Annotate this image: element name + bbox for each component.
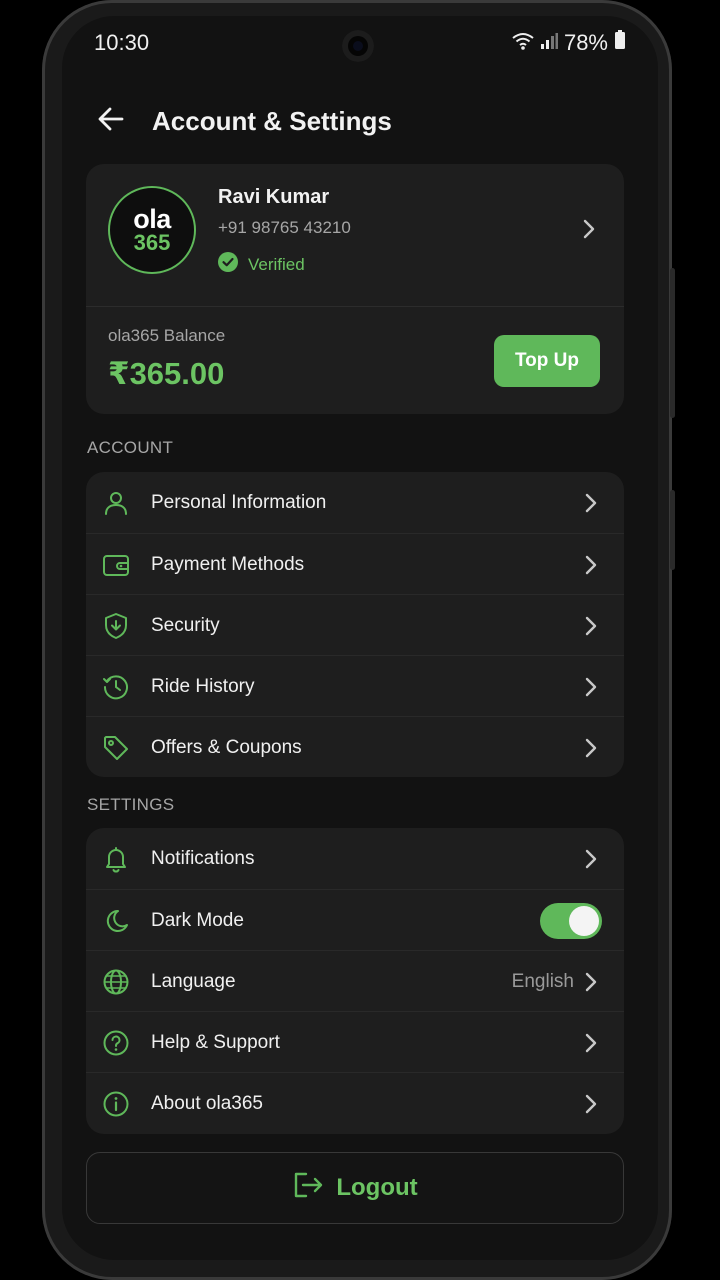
chevron-right-icon [584,615,598,637]
globe-icon [102,968,130,996]
chevron-right-icon [584,1032,598,1054]
profile-name: Ravi Kumar [218,186,330,208]
balance-label: ola365 Balance [108,326,226,345]
help-circle-icon [102,1029,130,1057]
profile-card: ola 365 Ravi Kumar +91 98765 43210 Verif… [86,164,624,414]
signal-icon [540,30,558,56]
balance-value: ₹365.00 [108,356,225,391]
menu-item-personal-information[interactable]: Personal Information [86,472,624,533]
menu-item-language[interactable]: Language English [86,950,624,1012]
menu-item-label: Notifications [151,847,255,869]
menu-item-offers-coupons[interactable]: Offers & Coupons [86,716,624,778]
profile-chevron-right-icon[interactable] [582,218,596,245]
profile-phone: +91 98765 43210 [218,218,351,237]
top-up-button[interactable]: Top Up [494,335,600,387]
dark-mode-toggle[interactable] [540,902,602,939]
avatar-logo-text: ola [133,204,171,234]
toggle-knob [569,905,599,936]
menu-item-payment-methods[interactable]: Payment Methods [86,533,624,595]
logout-button[interactable]: Logout [86,1152,624,1224]
info-icon [102,1090,130,1118]
menu-item-help-support[interactable]: Help & Support [86,1011,624,1073]
chevron-right-icon [584,737,598,759]
status-time: 10:30 [94,30,150,55]
menu-item-dark-mode: Dark Mode [86,889,624,951]
menu-item-label: Help & Support [151,1031,280,1053]
menu-item-label: Ride History [151,675,255,697]
check-circle-icon [218,252,238,277]
account-section-label: ACCOUNT [87,438,174,457]
tag-icon [102,734,130,762]
app-header: Account & Settings [96,96,392,146]
app-screen: 10:30 78% Account & Settings ola 365 Rav… [62,16,658,1260]
logout-label: Logout [336,1174,418,1201]
status-bar: 10:30 78% [94,28,626,58]
battery-percent: 78% [563,30,608,55]
volume-button [670,268,675,418]
chevron-right-icon [584,554,598,576]
menu-item-about[interactable]: About ola365 [86,1072,624,1134]
logout-icon [292,1170,324,1207]
verified-badge: Verified [218,252,305,277]
battery-icon [614,30,626,56]
back-arrow-icon[interactable] [96,104,126,139]
moon-icon [102,907,130,935]
menu-item-label: Language [151,970,236,992]
wallet-icon [102,551,130,579]
menu-item-notifications[interactable]: Notifications [86,828,624,889]
wifi-icon [512,30,534,56]
power-button [670,490,675,570]
menu-item-label: Offers & Coupons [151,736,302,758]
menu-item-label: Security [151,614,220,636]
menu-item-label: Personal Information [151,491,327,513]
menu-item-label: Payment Methods [151,553,305,575]
chevron-right-icon [584,676,598,698]
chevron-right-icon [584,848,598,870]
verified-label: Verified [248,254,305,274]
account-menu: Personal Information Payment Methods Sec… [86,472,624,777]
menu-item-security[interactable]: Security [86,594,624,656]
bell-icon [102,845,130,873]
menu-item-ride-history[interactable]: Ride History [86,655,624,717]
clock-icon [102,673,130,701]
user-icon [102,489,130,517]
language-value: English [511,970,574,992]
settings-section-label: SETTINGS [87,795,175,814]
menu-item-label: About ola365 [151,1092,263,1114]
settings-menu: Notifications Dark Mode Language English [86,828,624,1134]
avatar[interactable]: ola 365 [108,186,196,274]
menu-item-label: Dark Mode [151,909,244,931]
chevron-right-icon [584,971,598,993]
avatar-logo-number: 365 [133,230,171,255]
profile-divider [86,306,624,307]
shield-icon [102,612,130,640]
chevron-right-icon [584,492,598,514]
page-title: Account & Settings [152,105,392,136]
chevron-right-icon [584,1093,598,1115]
